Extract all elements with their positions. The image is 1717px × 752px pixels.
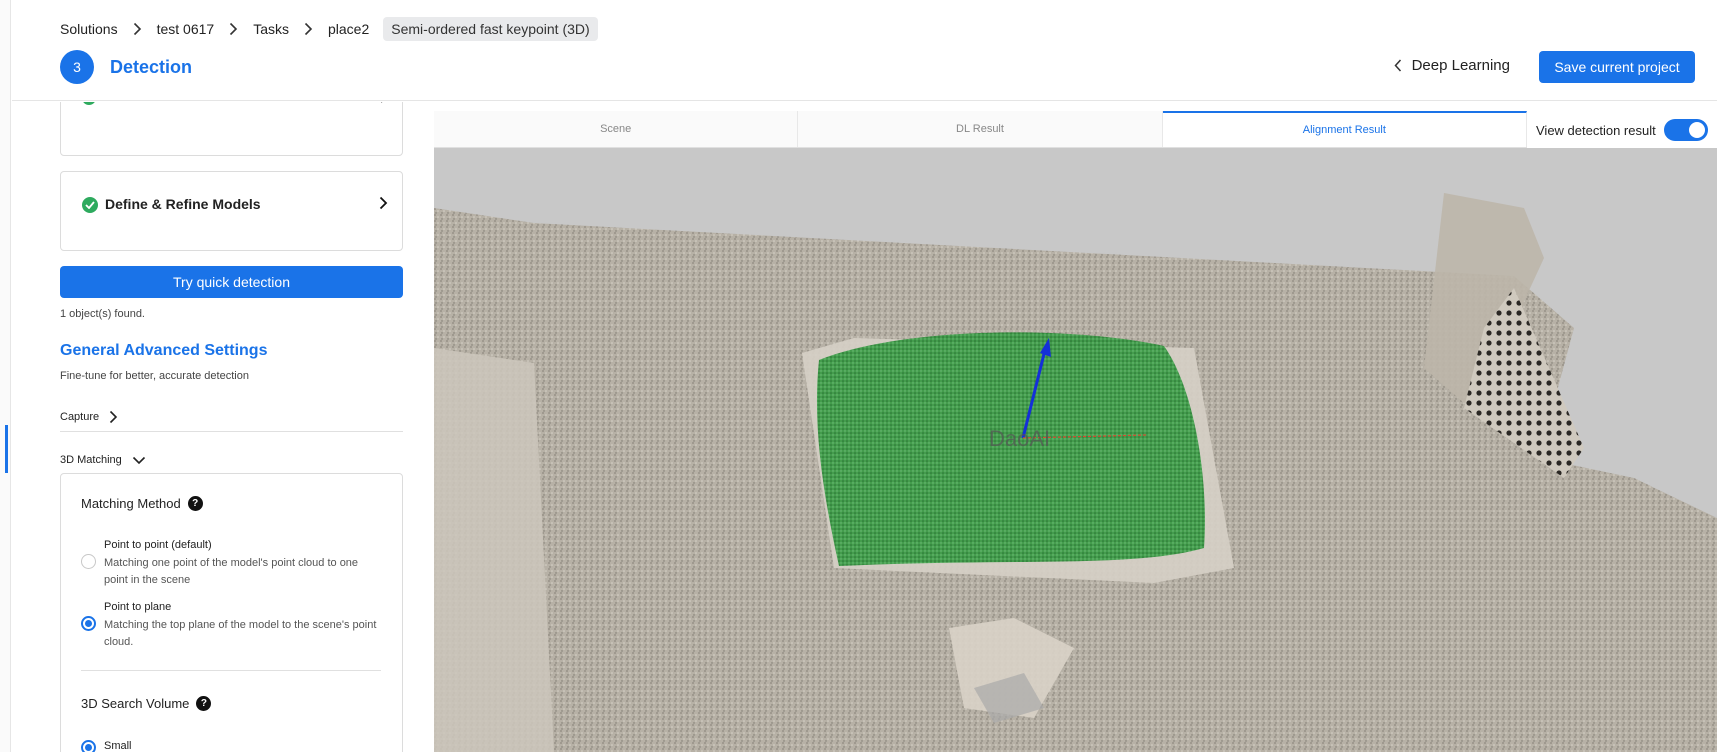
check-circle-icon — [82, 197, 98, 213]
help-icon[interactable]: ? — [196, 696, 212, 711]
save-project-button[interactable]: Save current project — [1539, 51, 1695, 83]
object-engraving: DaoAI — [989, 426, 1050, 451]
capture-section-toggle[interactable]: Capture — [60, 402, 403, 432]
rail-active-indicator — [5, 425, 8, 473]
matching-option-point-to-plane[interactable]: Point to plane Matching the top plane of… — [81, 600, 381, 651]
radio-point-to-point[interactable] — [81, 554, 96, 569]
point-to-plane-label: Point to plane — [104, 601, 172, 613]
point-to-plane-description: Matching the top plane of the model to t… — [104, 619, 377, 648]
breadcrumb-current: Semi-ordered fast keypoint (3D) — [383, 17, 598, 41]
step-number: 3 — [60, 50, 94, 84]
chevron-right-icon: › — [381, 102, 384, 106]
chevron-right-icon — [133, 22, 142, 36]
breadcrumb: Solutions test 0617 Tasks place2 Semi-or… — [60, 17, 598, 41]
back-to-deep-learning-link[interactable]: Deep Learning — [1394, 57, 1510, 74]
breadcrumb-solutions[interactable]: Solutions — [60, 21, 118, 37]
matching-method-title: Matching Method ? — [81, 496, 203, 511]
view-detection-result-control: View detection result — [1536, 119, 1708, 141]
matching-method-label: Matching Method — [81, 496, 181, 511]
advanced-settings-title: General Advanced Settings — [60, 342, 268, 359]
chevron-right-icon — [229, 22, 238, 36]
search-volume-label: 3D Search Volume — [81, 696, 190, 711]
viewer-tabs: Scene DL Result Alignment Result — [434, 111, 1527, 148]
radio-small[interactable] — [81, 740, 96, 752]
divider — [81, 670, 381, 671]
define-refine-models-card[interactable]: Define & Refine Models — [60, 171, 403, 251]
matching-option-point-to-point[interactable]: Point to point (default) Matching one po… — [81, 538, 381, 589]
try-quick-detection-button[interactable]: Try quick detection — [60, 266, 403, 298]
result-viewer: Scene DL Result Alignment Result View de… — [434, 111, 1717, 752]
detection-result-count: 1 object(s) found. — [60, 308, 145, 320]
search-volume-option-small[interactable]: Small — [81, 724, 381, 752]
3d-matching-card: Matching Method ? Point to point (defaul… — [60, 473, 403, 752]
breadcrumb-tasks[interactable]: Tasks — [253, 21, 289, 37]
left-fixture — [434, 348, 554, 752]
chevron-right-icon — [109, 410, 118, 424]
capture-label: Capture — [60, 410, 100, 423]
point-to-point-description: Matching one point of the model's point … — [104, 557, 359, 586]
app-left-rail — [0, 0, 11, 752]
tab-scene[interactable]: Scene — [434, 111, 799, 147]
chevron-right-icon[interactable] — [379, 196, 388, 210]
settings-panel: › Define & Refine Models Try quick detec… — [60, 102, 403, 752]
3d-matching-label: 3D Matching — [60, 454, 122, 466]
chevron-left-icon — [1394, 59, 1402, 72]
chevron-right-icon — [304, 22, 313, 36]
models-card-label: Define & Refine Models — [105, 196, 261, 212]
point-to-point-label: Point to point (default) — [104, 539, 212, 551]
3d-matching-section-toggle[interactable]: 3D Matching — [60, 445, 403, 475]
point-cloud-render: DaoAI — [434, 148, 1717, 752]
radio-point-to-plane[interactable] — [81, 616, 96, 631]
breadcrumb-place[interactable]: place2 — [328, 21, 369, 37]
advanced-settings-subtitle: Fine-tune for better, accurate detection — [60, 370, 249, 382]
page-title: Detection — [110, 56, 193, 77]
step-indicator: 3 Detection — [60, 50, 192, 84]
search-volume-title: 3D Search Volume ? — [81, 696, 212, 711]
previous-step-card[interactable]: › — [60, 102, 403, 156]
small-option-label: Small — [104, 740, 132, 752]
back-link-label: Deep Learning — [1411, 57, 1510, 74]
tab-alignment-result[interactable]: Alignment Result — [1162, 111, 1527, 147]
point-cloud-canvas[interactable]: DaoAI — [434, 148, 1717, 752]
check-circle-icon — [82, 102, 96, 105]
breadcrumb-test[interactable]: test 0617 — [157, 21, 215, 37]
chevron-down-icon — [132, 456, 146, 465]
toggle-label: View detection result — [1536, 122, 1656, 138]
tab-dl-result[interactable]: DL Result — [798, 111, 1163, 147]
page-header: Solutions test 0617 Tasks place2 Semi-or… — [12, 0, 1717, 101]
help-icon[interactable]: ? — [187, 496, 203, 511]
view-detection-result-toggle[interactable] — [1663, 119, 1708, 141]
